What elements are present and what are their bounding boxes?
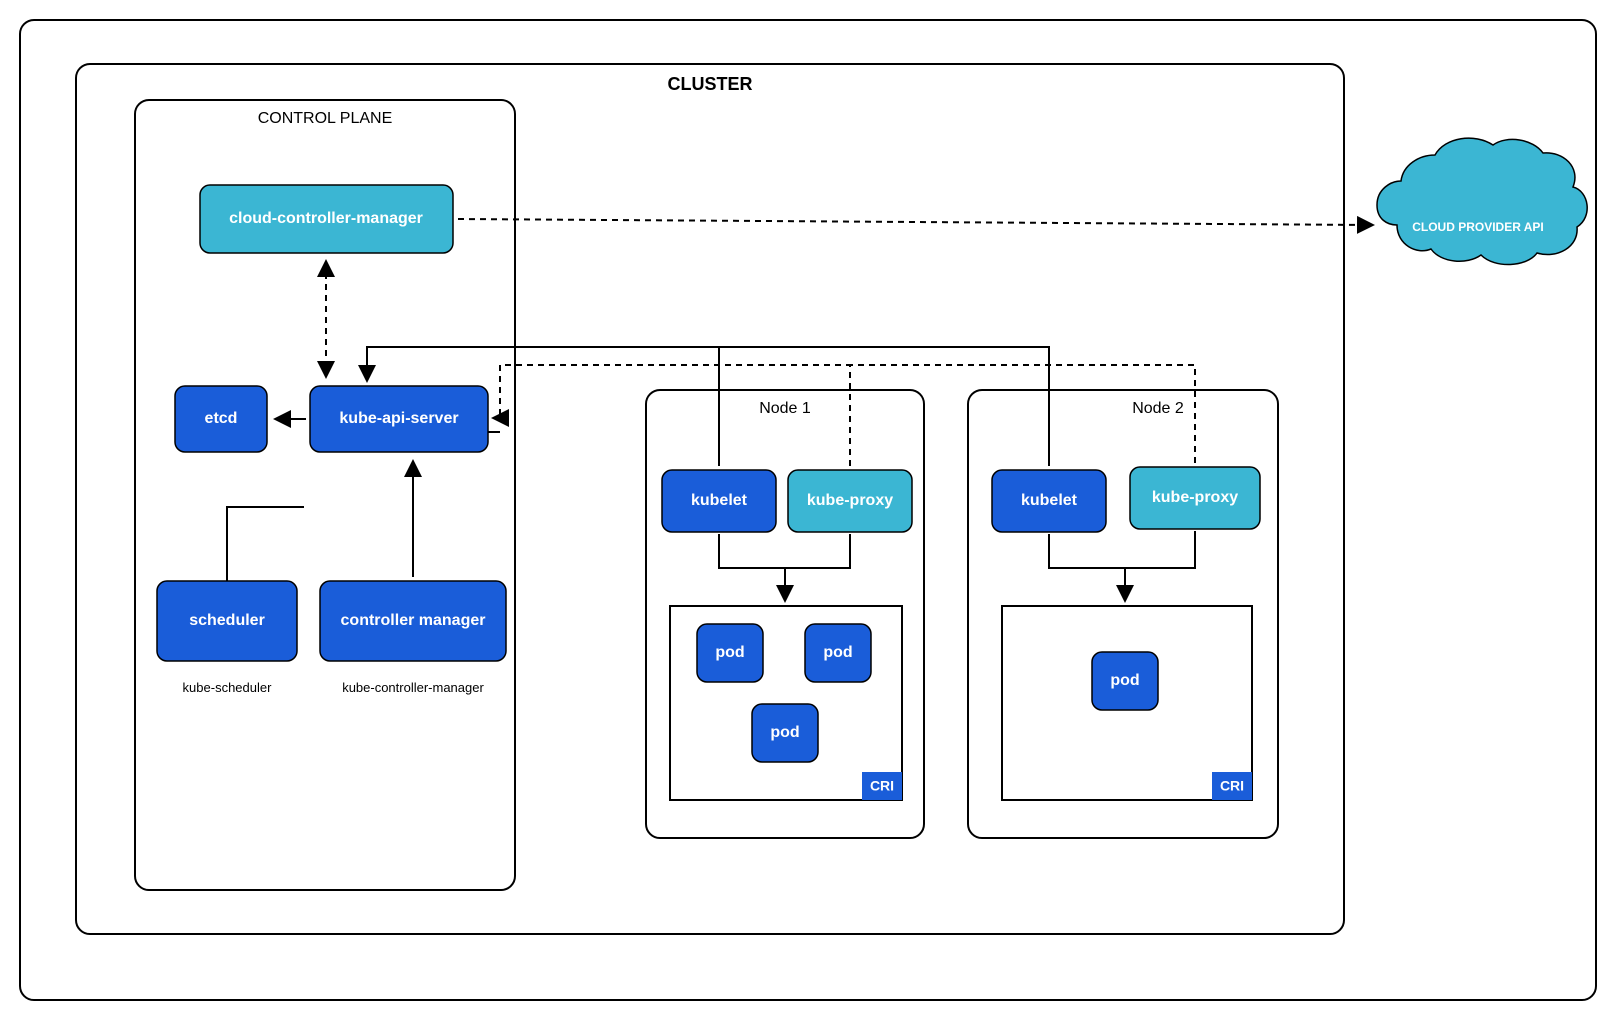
edge-node1-kubeproxy-down <box>785 534 850 568</box>
node2-kubelet-label: kubelet <box>1021 492 1078 509</box>
edge-node2-kubeproxy-down <box>1125 531 1195 568</box>
node2-cri-label: CRI <box>1220 778 1244 794</box>
cloud-provider-label: CLOUD PROVIDER API <box>1412 220 1544 234</box>
apiserver-label: kube-api-server <box>339 410 458 427</box>
node2-title: Node 2 <box>1132 400 1184 417</box>
edge-node1-down-cri <box>719 534 785 600</box>
diagram-canvas: CLUSTER CONTROL PLANE cloud-controller-m… <box>0 0 1616 1020</box>
node1-frame <box>646 390 924 838</box>
controller-manager-caption: kube-controller-manager <box>342 680 484 695</box>
node1-kubeproxy-label: kube-proxy <box>807 492 893 509</box>
cluster-title: CLUSTER <box>668 74 753 94</box>
control-plane-title: CONTROL PLANE <box>258 110 393 127</box>
scheduler-label: scheduler <box>189 612 265 629</box>
node2-kubeproxy-label: kube-proxy <box>1152 489 1238 506</box>
ccm-label: cloud-controller-manager <box>229 210 423 227</box>
cloud-provider-shape <box>1377 138 1587 264</box>
node2-pod-a-label: pod <box>1110 672 1139 689</box>
edge-ccm-cloud <box>458 219 1372 225</box>
scheduler-caption: kube-scheduler <box>183 680 273 695</box>
node1-title: Node 1 <box>759 400 811 417</box>
node1-pod-a-label: pod <box>715 644 744 661</box>
node1-cri-label: CRI <box>870 778 894 794</box>
node1-pod-c-label: pod <box>770 724 799 741</box>
edge-scheduler-apiserver-elbow <box>227 507 304 581</box>
edge-node2-down-cri <box>1049 534 1125 600</box>
node1-kubelet-label: kubelet <box>691 492 748 509</box>
etcd-label: etcd <box>205 410 238 427</box>
node2-frame <box>968 390 1278 838</box>
node1-pod-b-label: pod <box>823 644 852 661</box>
controller-manager-label: controller manager <box>341 612 486 629</box>
